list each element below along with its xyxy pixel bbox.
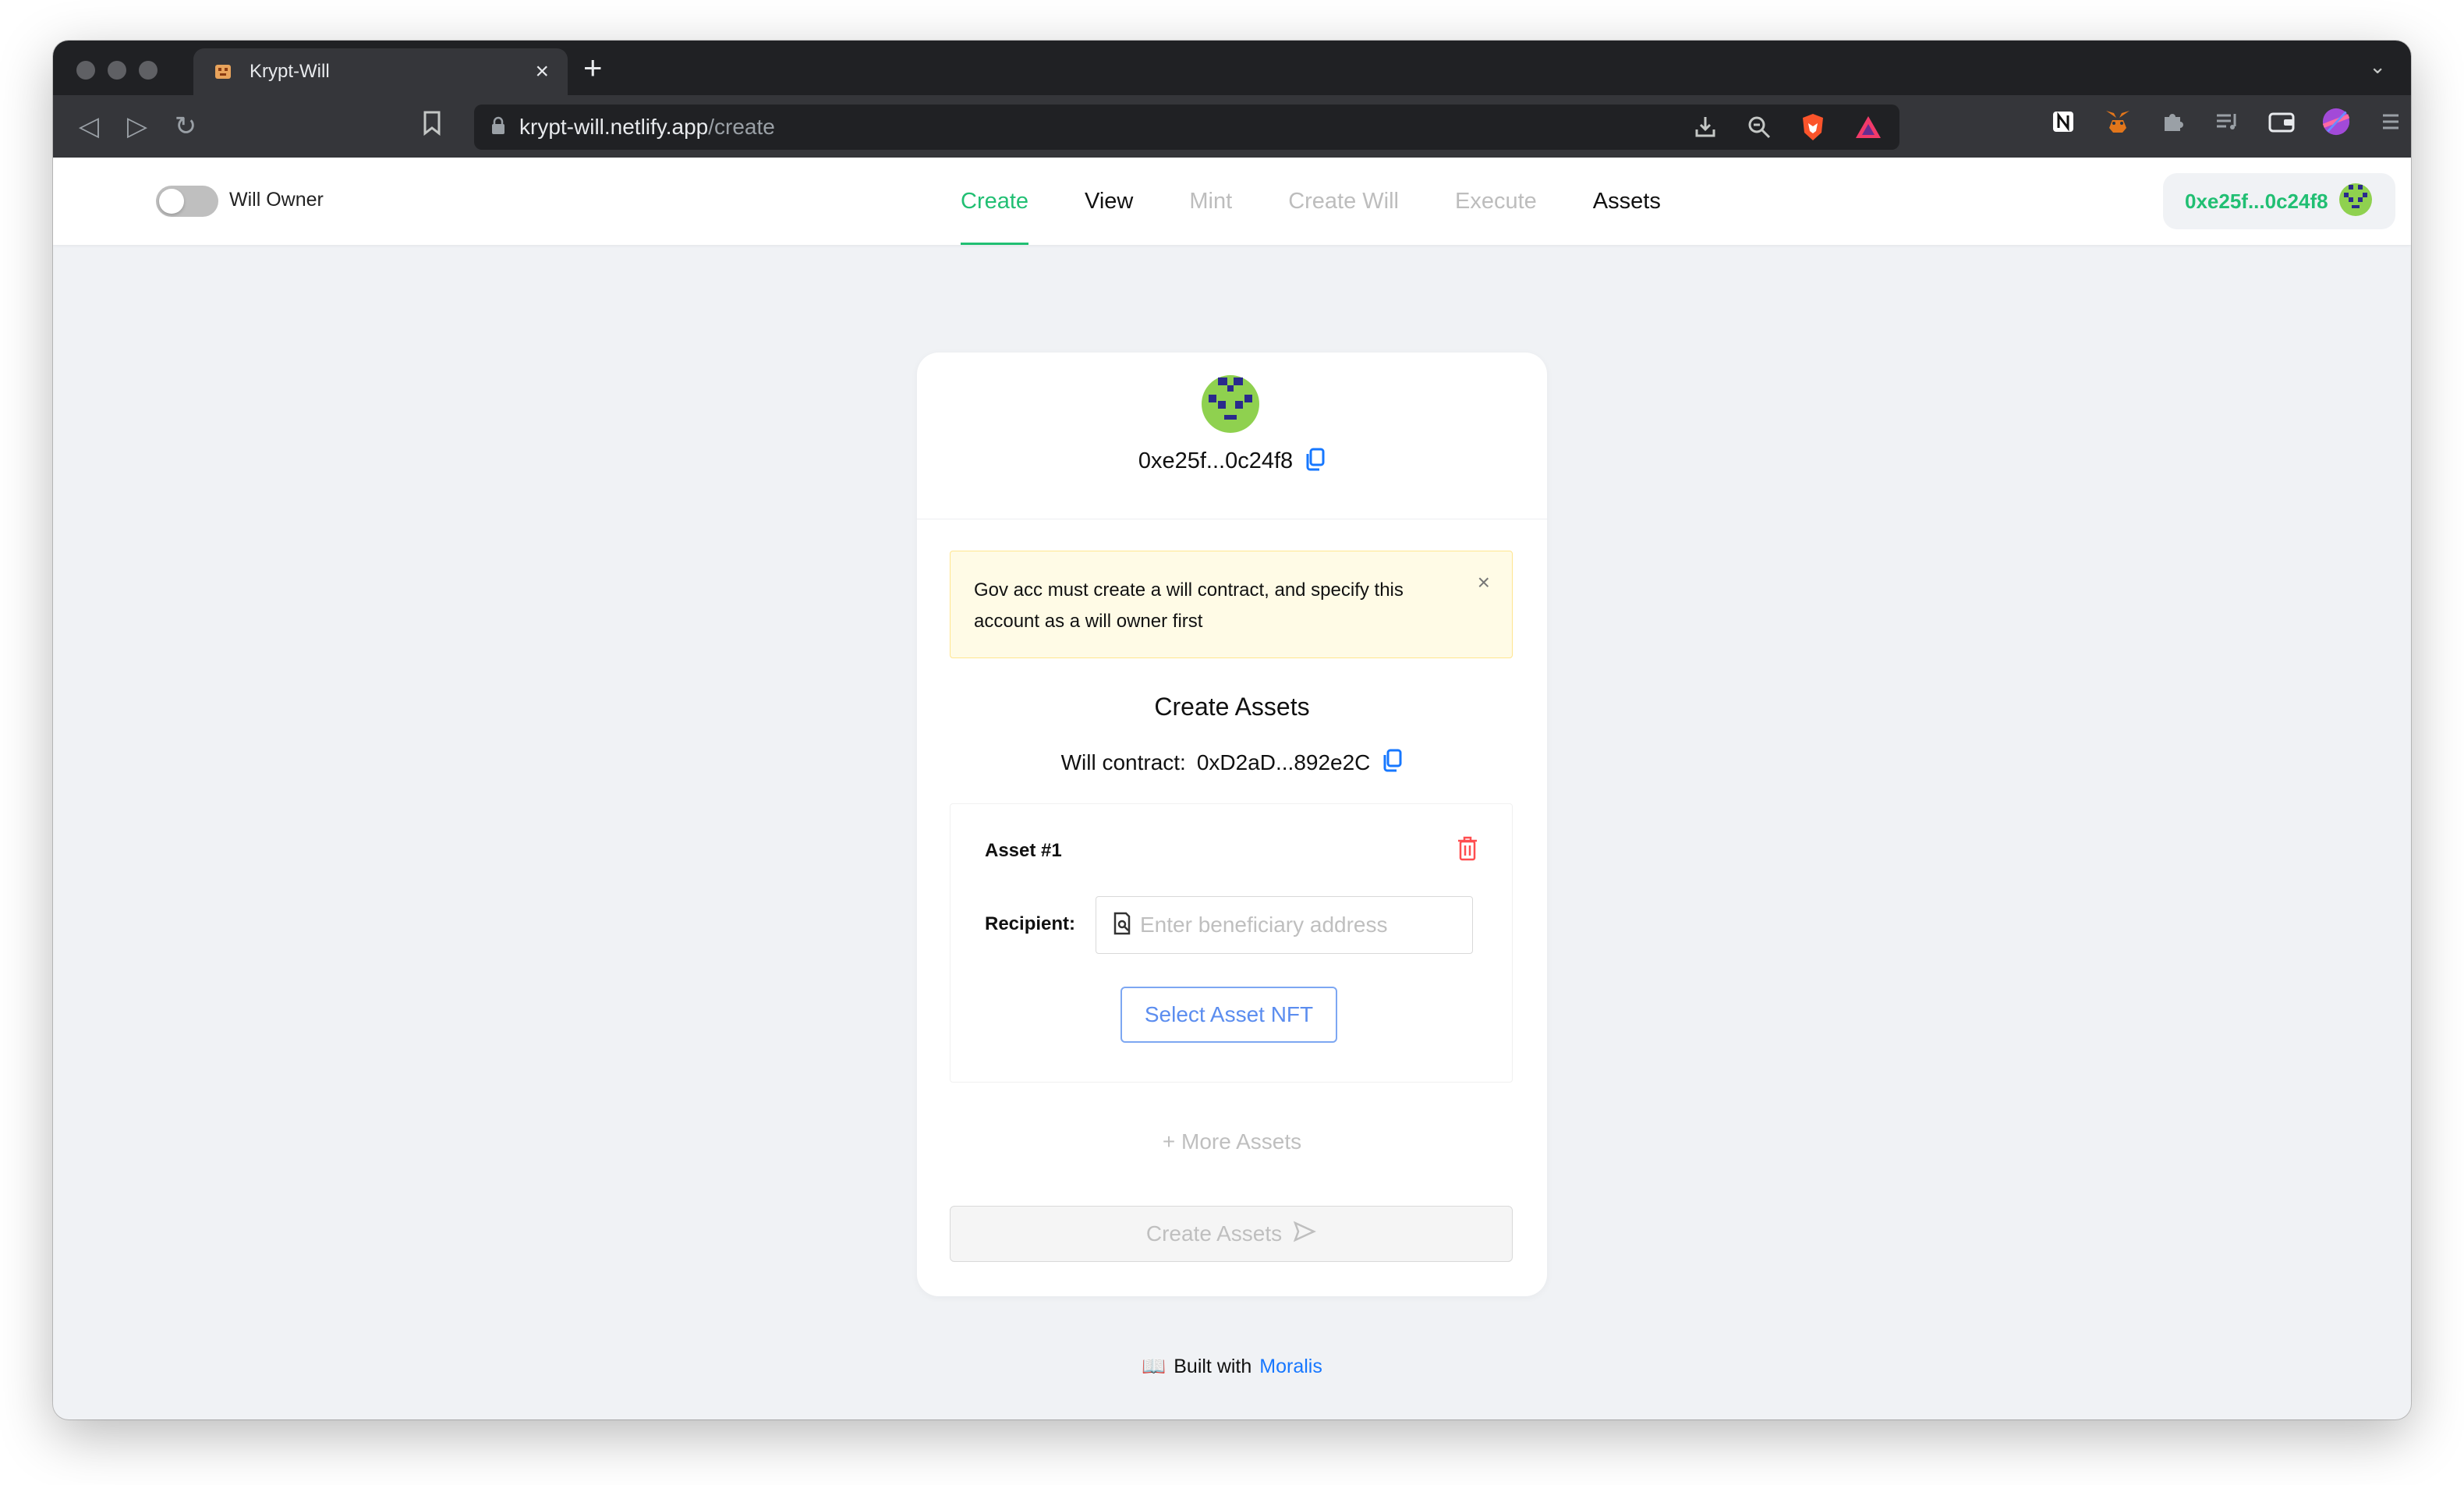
profile-avatar-icon[interactable] [2322,108,2350,136]
menu-item-create-will[interactable]: Create Will [1288,158,1399,245]
menu-item-view[interactable]: View [1085,158,1133,245]
new-tab-icon[interactable]: + [583,51,603,84]
close-alert-icon[interactable]: × [1478,570,1490,595]
close-tab-icon[interactable]: × [535,60,549,83]
url-host: krypt-will.netlify.app [519,115,709,139]
app-header: Will Owner Create View Mint Create Will … [53,158,2411,245]
main-menu: Create View Mint Create Will Execute Ass… [961,158,1661,245]
extensions-puzzle-icon[interactable] [2158,108,2186,136]
will-owner-toggle[interactable] [156,186,218,217]
playlist-icon[interactable] [2213,108,2241,136]
notion-extension-icon[interactable] [2049,108,2077,136]
footer-text: Built with [1174,1356,1252,1377]
recipient-field[interactable] [1096,896,1473,954]
minimize-window-button[interactable] [108,61,126,80]
tab-title: Krypt-Will [250,61,330,82]
tab-list-chevron-icon[interactable]: ⌄ [2369,55,2386,79]
alert-message: Gov acc must create a will contract, and… [974,579,1404,632]
toggle-knob [159,189,184,214]
menu-item-create[interactable]: Create [961,158,1029,245]
maximize-window-button[interactable] [139,61,158,80]
metamask-extension-icon[interactable] [2104,108,2132,136]
back-icon[interactable]: ◁ [70,108,108,145]
will-owner-label: Will Owner [229,189,324,211]
zoom-icon[interactable] [1747,115,1772,144]
close-window-button[interactable] [76,61,95,80]
create-assets-button[interactable]: Create Assets [950,1206,1513,1262]
account-button[interactable]: 0xe25f...0c24f8 [2163,173,2395,229]
wallet-avatar-icon [1201,374,1260,438]
wallet-address: 0xe25f...0c24f8 [1138,448,1294,473]
account-avatar-icon [2338,183,2372,220]
will-contract-label: Will contract: [1060,750,1186,774]
forward-icon[interactable]: ▷ [119,108,156,145]
brave-rewards-icon[interactable] [1854,115,1882,144]
favicon-icon [212,61,234,83]
select-asset-nft-button[interactable]: Select Asset NFT [1120,987,1337,1043]
browser-window: Krypt-Will × + ⌄ ◁ ▷ ↻ krypt-will.netlif… [53,41,2411,1419]
address-bar[interactable]: krypt-will.netlify.app /create [474,105,1899,150]
bookmark-icon[interactable] [423,111,441,140]
browser-toolbar: ◁ ▷ ↻ krypt-will.netlify.app /create [53,95,2411,158]
install-app-icon[interactable] [1692,114,1719,144]
account-address: 0xe25f...0c24f8 [2185,189,2328,213]
address-search-icon [1112,912,1132,939]
recipient-label: Recipient: [985,913,1076,934]
wallet-icon[interactable] [2268,108,2296,136]
footer: 📖 Built with Moralis [53,1356,2411,1378]
copy-address-icon[interactable] [1304,448,1326,475]
browser-tab[interactable]: Krypt-Will × [193,48,568,95]
asset-item: Asset #1 Recipient: Select Asset NFT [950,803,1513,1083]
brave-shield-icon[interactable] [1800,112,1826,146]
menu-item-mint[interactable]: Mint [1189,158,1232,245]
moralis-link[interactable]: Moralis [1259,1356,1322,1378]
warning-alert: Gov acc must create a will contract, and… [950,551,1513,658]
book-icon: 📖 [1142,1356,1167,1377]
reload-icon[interactable]: ↻ [167,108,204,145]
lock-icon [491,116,505,139]
menu-item-execute[interactable]: Execute [1455,158,1537,245]
copy-contract-icon[interactable] [1381,749,1403,776]
browser-menu-icon[interactable] [2377,108,2405,136]
will-contract-row: Will contract: 0xD2aD...892e2C [917,749,1547,776]
menu-item-assets[interactable]: Assets [1593,158,1661,245]
delete-asset-icon[interactable] [1456,835,1479,866]
recipient-input[interactable] [1140,913,1467,937]
more-assets-button[interactable]: + More Assets [917,1129,1547,1154]
tab-strip: Krypt-Will × + ⌄ [53,41,2411,95]
asset-title: Asset #1 [985,840,1062,861]
url-path: /create [708,115,775,139]
will-contract-address: 0xD2aD...892e2C [1196,750,1371,774]
create-assets-card: 0xe25f...0c24f8 Gov acc must create a wi… [917,353,1547,1296]
create-assets-title: Create Assets [1154,693,1310,721]
card-header: 0xe25f...0c24f8 [917,353,1547,519]
create-assets-label: Create Assets [1145,1221,1283,1246]
send-icon [1293,1221,1317,1248]
